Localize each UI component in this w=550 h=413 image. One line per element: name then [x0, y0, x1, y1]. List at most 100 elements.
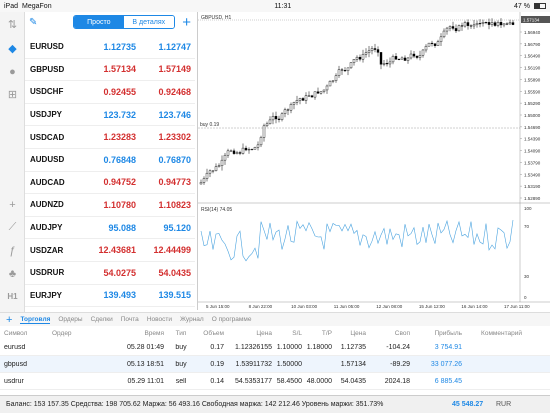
quote-row[interactable]: AUDNZD 1.10780 1.10823 [25, 194, 195, 217]
candle-body [379, 52, 383, 65]
price-tick-label: 1.54090 [524, 149, 541, 154]
quote-symbol: AUDJPY [30, 223, 63, 233]
view-mode-toggle: Просто В деталях [72, 15, 175, 29]
timeframe-icon[interactable]: H1 [6, 290, 19, 303]
column-header[interactable]: Своп [366, 330, 410, 337]
quote-row[interactable]: AUDUSD 0.76848 0.76870 [25, 149, 195, 172]
chat-icon[interactable]: ● [6, 65, 19, 78]
tab-1[interactable]: Ордеры [58, 316, 82, 323]
add-symbol-icon[interactable]: + [182, 14, 191, 31]
candle-body [382, 63, 386, 65]
candle-body [433, 43, 437, 46]
quote-symbol: GBPUSD [30, 64, 65, 74]
candle-body [496, 22, 500, 26]
tab-6[interactable]: О программе [212, 316, 252, 323]
column-header[interactable]: Символ [0, 330, 48, 337]
candle-body [424, 45, 428, 51]
indicator-icon[interactable]: ƒ [6, 244, 19, 257]
rsi-tick-label: 30 [524, 274, 530, 279]
quote-bid: 0.76848 [103, 154, 136, 165]
column-header[interactable]: S/L [272, 330, 302, 337]
quote-ask: 12.44499 [153, 245, 191, 256]
quote-row[interactable]: USDJPY 123.732 123.746 [25, 104, 195, 127]
candle-body [469, 25, 473, 27]
price-tick-label: 1.55000 [524, 113, 541, 118]
quote-row[interactable]: USDRUR 54.0275 54.0435 [25, 262, 195, 285]
column-header[interactable]: Ордер [48, 330, 108, 337]
candle-body [202, 178, 206, 183]
candle-body [331, 80, 335, 82]
column-header[interactable]: Комментарий [462, 330, 522, 337]
tab-simple[interactable]: Просто [73, 16, 124, 28]
line-tool-icon[interactable]: ⟋ [6, 221, 19, 234]
candle-body [502, 23, 506, 26]
quote-row[interactable]: USDCHF 0.92455 0.92468 [25, 81, 195, 104]
column-header[interactable]: Тип [164, 330, 194, 337]
edit-icon[interactable]: ✎ [29, 17, 37, 28]
column-header[interactable]: T/P [302, 330, 332, 337]
candle-body [448, 26, 452, 29]
new-chart-icon[interactable]: ⊞ [6, 88, 19, 101]
candle-body [280, 113, 284, 120]
quote-row[interactable]: AUDJPY 95.088 95.120 [25, 217, 195, 240]
tab-0[interactable]: Торговля [20, 316, 51, 324]
position-row[interactable]: eurusd 05.28 01:49 buy 0.17 1.12326155 1.1000… [0, 339, 550, 356]
cell-price: 1.12326155 [235, 343, 272, 351]
quote-row[interactable]: GBPUSD 1.57134 1.57149 [25, 59, 195, 82]
column-header[interactable]: Цена [224, 330, 272, 337]
position-row[interactable]: gbpusd 05.13 18:51 buy 0.19 1.53911732 1.5000… [0, 356, 550, 373]
price-chart[interactable]: GBPUSD, H1 1.56940 1.56790 1.56490 1.56190 1.… [197, 12, 550, 310]
quote-row[interactable]: EURUSD 1.12735 1.12747 [25, 36, 195, 59]
quote-row[interactable]: AUDCAD 0.94752 0.94773 [25, 172, 195, 195]
cell-time: 05.29 11:01 [127, 377, 164, 385]
candle-body [427, 42, 431, 47]
time-tick-label: 10 Jun 03:00 [291, 304, 318, 309]
quote-symbol: EURUSD [30, 42, 64, 52]
crosshair-icon[interactable]: + [6, 198, 19, 211]
candle-body [310, 95, 314, 98]
column-header[interactable]: Объем [194, 330, 224, 337]
quote-bid: 95.088 [108, 222, 136, 233]
candle-body [292, 102, 296, 105]
tab-2[interactable]: Сделки [91, 316, 113, 323]
tab-3[interactable]: Почта [121, 316, 139, 323]
quote-row[interactable]: USDCAD 1.23283 1.23302 [25, 126, 195, 149]
candle-body [325, 85, 329, 91]
quote-row[interactable]: EURJPY 139.493 139.515 [25, 285, 195, 308]
trade-icon[interactable]: ◆ [6, 42, 19, 55]
battery-icon [534, 3, 546, 9]
cell-sym: eurusd [4, 343, 26, 351]
current-price-label: 1.57134 [523, 18, 540, 23]
time-tick-label: 12 Jun 08:00 [376, 304, 403, 309]
price-tick-label: 1.54690 [524, 125, 541, 130]
candle-body [403, 57, 407, 61]
candle-body [481, 22, 485, 24]
price-tick-label: 1.56790 [524, 42, 541, 47]
cell-tp: 48.0000 [306, 377, 332, 385]
candle-body [385, 63, 389, 65]
candle-body [415, 55, 419, 58]
candle-body [505, 23, 509, 25]
candle-body [223, 154, 227, 161]
column-header[interactable]: Прибыль [410, 330, 463, 337]
tab-4[interactable]: Новости [147, 316, 172, 323]
quote-row[interactable]: USDZAR 12.43681 12.44499 [25, 239, 195, 262]
quotes-list: EURUSD 1.12735 1.12747 GBPUSD 1.57134 1.57149… [25, 36, 195, 308]
quotes-icon[interactable]: ⇅ [6, 18, 19, 31]
column-header[interactable]: Время [108, 330, 164, 337]
candle-body [244, 147, 248, 151]
cell-sym: usdrur [4, 377, 24, 385]
price-tick-label: 1.55590 [524, 89, 541, 94]
candle-body [442, 30, 446, 38]
objects-icon[interactable]: ♣ [6, 267, 19, 280]
time-tick-label: 5 Jun 15:00 [206, 304, 230, 309]
column-header[interactable]: Цена [332, 330, 366, 337]
time-tick-label: 15 Jun 12:00 [419, 304, 446, 309]
tab-5[interactable]: Журнал [180, 316, 204, 323]
quote-bid: 12.43681 [98, 245, 136, 256]
tab-detailed[interactable]: В деталях [123, 16, 174, 28]
position-row[interactable]: usdrur 05.29 11:01 sell 0.14 54.5353177 58.45… [0, 373, 550, 390]
add-tab-icon[interactable]: + [6, 314, 12, 326]
candle-body [268, 119, 272, 125]
quotes-header: ✎ Просто В деталях + [25, 12, 195, 32]
